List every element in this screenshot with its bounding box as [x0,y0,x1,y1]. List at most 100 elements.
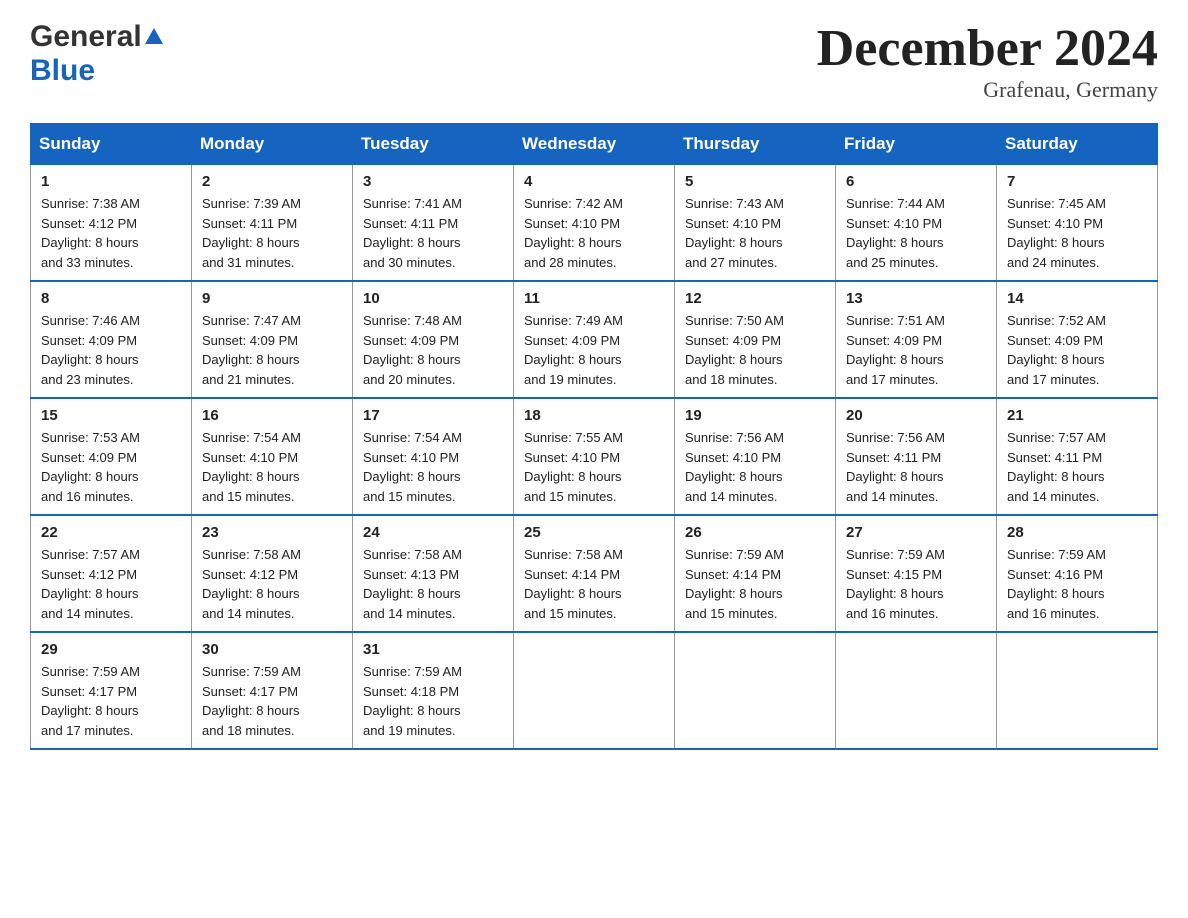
day-info: Sunrise: 7:56 AM Sunset: 4:11 PM Dayligh… [846,428,986,506]
calendar-cell: 9 Sunrise: 7:47 AM Sunset: 4:09 PM Dayli… [192,281,353,398]
day-info: Sunrise: 7:38 AM Sunset: 4:12 PM Dayligh… [41,194,181,272]
day-number: 13 [846,290,986,307]
day-info: Sunrise: 7:53 AM Sunset: 4:09 PM Dayligh… [41,428,181,506]
calendar-cell: 15 Sunrise: 7:53 AM Sunset: 4:09 PM Dayl… [31,398,192,515]
calendar-cell: 8 Sunrise: 7:46 AM Sunset: 4:09 PM Dayli… [31,281,192,398]
calendar-cell: 7 Sunrise: 7:45 AM Sunset: 4:10 PM Dayli… [997,165,1158,282]
calendar-table: SundayMondayTuesdayWednesdayThursdayFrid… [30,123,1158,750]
day-number: 24 [363,524,503,541]
calendar-cell: 12 Sunrise: 7:50 AM Sunset: 4:09 PM Dayl… [675,281,836,398]
calendar-cell: 4 Sunrise: 7:42 AM Sunset: 4:10 PM Dayli… [514,165,675,282]
weekday-header-wednesday: Wednesday [514,124,675,165]
title-section: December 2024 Grafenau, Germany [817,20,1158,103]
calendar-week-1: 1 Sunrise: 7:38 AM Sunset: 4:12 PM Dayli… [31,165,1158,282]
calendar-cell: 30 Sunrise: 7:59 AM Sunset: 4:17 PM Dayl… [192,632,353,749]
logo-line1: General [30,20,163,54]
calendar-cell: 14 Sunrise: 7:52 AM Sunset: 4:09 PM Dayl… [997,281,1158,398]
day-number: 16 [202,407,342,424]
day-info: Sunrise: 7:46 AM Sunset: 4:09 PM Dayligh… [41,311,181,389]
weekday-header-thursday: Thursday [675,124,836,165]
day-number: 29 [41,641,181,658]
day-info: Sunrise: 7:52 AM Sunset: 4:09 PM Dayligh… [1007,311,1147,389]
calendar-cell: 10 Sunrise: 7:48 AM Sunset: 4:09 PM Dayl… [353,281,514,398]
calendar-cell: 25 Sunrise: 7:58 AM Sunset: 4:14 PM Dayl… [514,515,675,632]
day-number: 7 [1007,173,1147,190]
calendar-cell: 28 Sunrise: 7:59 AM Sunset: 4:16 PM Dayl… [997,515,1158,632]
day-info: Sunrise: 7:51 AM Sunset: 4:09 PM Dayligh… [846,311,986,389]
weekday-header-tuesday: Tuesday [353,124,514,165]
day-number: 3 [363,173,503,190]
weekday-header-saturday: Saturday [997,124,1158,165]
calendar-cell: 27 Sunrise: 7:59 AM Sunset: 4:15 PM Dayl… [836,515,997,632]
day-info: Sunrise: 7:59 AM Sunset: 4:18 PM Dayligh… [363,662,503,740]
calendar-cell: 21 Sunrise: 7:57 AM Sunset: 4:11 PM Dayl… [997,398,1158,515]
calendar-cell: 17 Sunrise: 7:54 AM Sunset: 4:10 PM Dayl… [353,398,514,515]
calendar-cell: 6 Sunrise: 7:44 AM Sunset: 4:10 PM Dayli… [836,165,997,282]
day-info: Sunrise: 7:54 AM Sunset: 4:10 PM Dayligh… [363,428,503,506]
day-number: 19 [685,407,825,424]
calendar-cell [997,632,1158,749]
day-number: 28 [1007,524,1147,541]
day-number: 1 [41,173,181,190]
day-number: 20 [846,407,986,424]
weekday-header-friday: Friday [836,124,997,165]
day-number: 12 [685,290,825,307]
weekday-header-monday: Monday [192,124,353,165]
day-info: Sunrise: 7:39 AM Sunset: 4:11 PM Dayligh… [202,194,342,272]
day-number: 21 [1007,407,1147,424]
day-info: Sunrise: 7:54 AM Sunset: 4:10 PM Dayligh… [202,428,342,506]
day-info: Sunrise: 7:57 AM Sunset: 4:12 PM Dayligh… [41,545,181,623]
calendar-cell: 20 Sunrise: 7:56 AM Sunset: 4:11 PM Dayl… [836,398,997,515]
calendar-cell: 23 Sunrise: 7:58 AM Sunset: 4:12 PM Dayl… [192,515,353,632]
day-info: Sunrise: 7:56 AM Sunset: 4:10 PM Dayligh… [685,428,825,506]
page-header: General Blue December 2024 Grafenau, Ger… [30,20,1158,103]
day-number: 27 [846,524,986,541]
day-info: Sunrise: 7:55 AM Sunset: 4:10 PM Dayligh… [524,428,664,506]
day-number: 31 [363,641,503,658]
calendar-cell: 2 Sunrise: 7:39 AM Sunset: 4:11 PM Dayli… [192,165,353,282]
day-number: 15 [41,407,181,424]
calendar-cell: 19 Sunrise: 7:56 AM Sunset: 4:10 PM Dayl… [675,398,836,515]
location: Grafenau, Germany [817,77,1158,103]
day-info: Sunrise: 7:58 AM Sunset: 4:14 PM Dayligh… [524,545,664,623]
calendar-cell: 13 Sunrise: 7:51 AM Sunset: 4:09 PM Dayl… [836,281,997,398]
calendar-cell: 22 Sunrise: 7:57 AM Sunset: 4:12 PM Dayl… [31,515,192,632]
logo-line2: Blue [30,54,95,88]
day-number: 6 [846,173,986,190]
calendar-cell: 26 Sunrise: 7:59 AM Sunset: 4:14 PM Dayl… [675,515,836,632]
day-number: 10 [363,290,503,307]
calendar-cell: 16 Sunrise: 7:54 AM Sunset: 4:10 PM Dayl… [192,398,353,515]
day-info: Sunrise: 7:59 AM Sunset: 4:17 PM Dayligh… [202,662,342,740]
day-number: 8 [41,290,181,307]
weekday-header-row: SundayMondayTuesdayWednesdayThursdayFrid… [31,124,1158,165]
day-info: Sunrise: 7:49 AM Sunset: 4:09 PM Dayligh… [524,311,664,389]
day-info: Sunrise: 7:59 AM Sunset: 4:16 PM Dayligh… [1007,545,1147,623]
day-info: Sunrise: 7:59 AM Sunset: 4:15 PM Dayligh… [846,545,986,623]
day-info: Sunrise: 7:50 AM Sunset: 4:09 PM Dayligh… [685,311,825,389]
day-info: Sunrise: 7:58 AM Sunset: 4:13 PM Dayligh… [363,545,503,623]
weekday-header-sunday: Sunday [31,124,192,165]
day-number: 14 [1007,290,1147,307]
day-number: 17 [363,407,503,424]
calendar-cell: 29 Sunrise: 7:59 AM Sunset: 4:17 PM Dayl… [31,632,192,749]
day-number: 25 [524,524,664,541]
day-info: Sunrise: 7:44 AM Sunset: 4:10 PM Dayligh… [846,194,986,272]
day-info: Sunrise: 7:43 AM Sunset: 4:10 PM Dayligh… [685,194,825,272]
calendar-cell: 18 Sunrise: 7:55 AM Sunset: 4:10 PM Dayl… [514,398,675,515]
calendar-cell [675,632,836,749]
day-info: Sunrise: 7:59 AM Sunset: 4:14 PM Dayligh… [685,545,825,623]
day-info: Sunrise: 7:45 AM Sunset: 4:10 PM Dayligh… [1007,194,1147,272]
day-info: Sunrise: 7:47 AM Sunset: 4:09 PM Dayligh… [202,311,342,389]
day-number: 26 [685,524,825,541]
calendar-cell: 31 Sunrise: 7:59 AM Sunset: 4:18 PM Dayl… [353,632,514,749]
calendar-week-3: 15 Sunrise: 7:53 AM Sunset: 4:09 PM Dayl… [31,398,1158,515]
day-info: Sunrise: 7:42 AM Sunset: 4:10 PM Dayligh… [524,194,664,272]
day-number: 22 [41,524,181,541]
calendar-cell: 5 Sunrise: 7:43 AM Sunset: 4:10 PM Dayli… [675,165,836,282]
calendar-cell [836,632,997,749]
calendar-cell: 1 Sunrise: 7:38 AM Sunset: 4:12 PM Dayli… [31,165,192,282]
logo: General Blue [30,20,163,88]
calendar-week-2: 8 Sunrise: 7:46 AM Sunset: 4:09 PM Dayli… [31,281,1158,398]
calendar-week-4: 22 Sunrise: 7:57 AM Sunset: 4:12 PM Dayl… [31,515,1158,632]
day-number: 30 [202,641,342,658]
